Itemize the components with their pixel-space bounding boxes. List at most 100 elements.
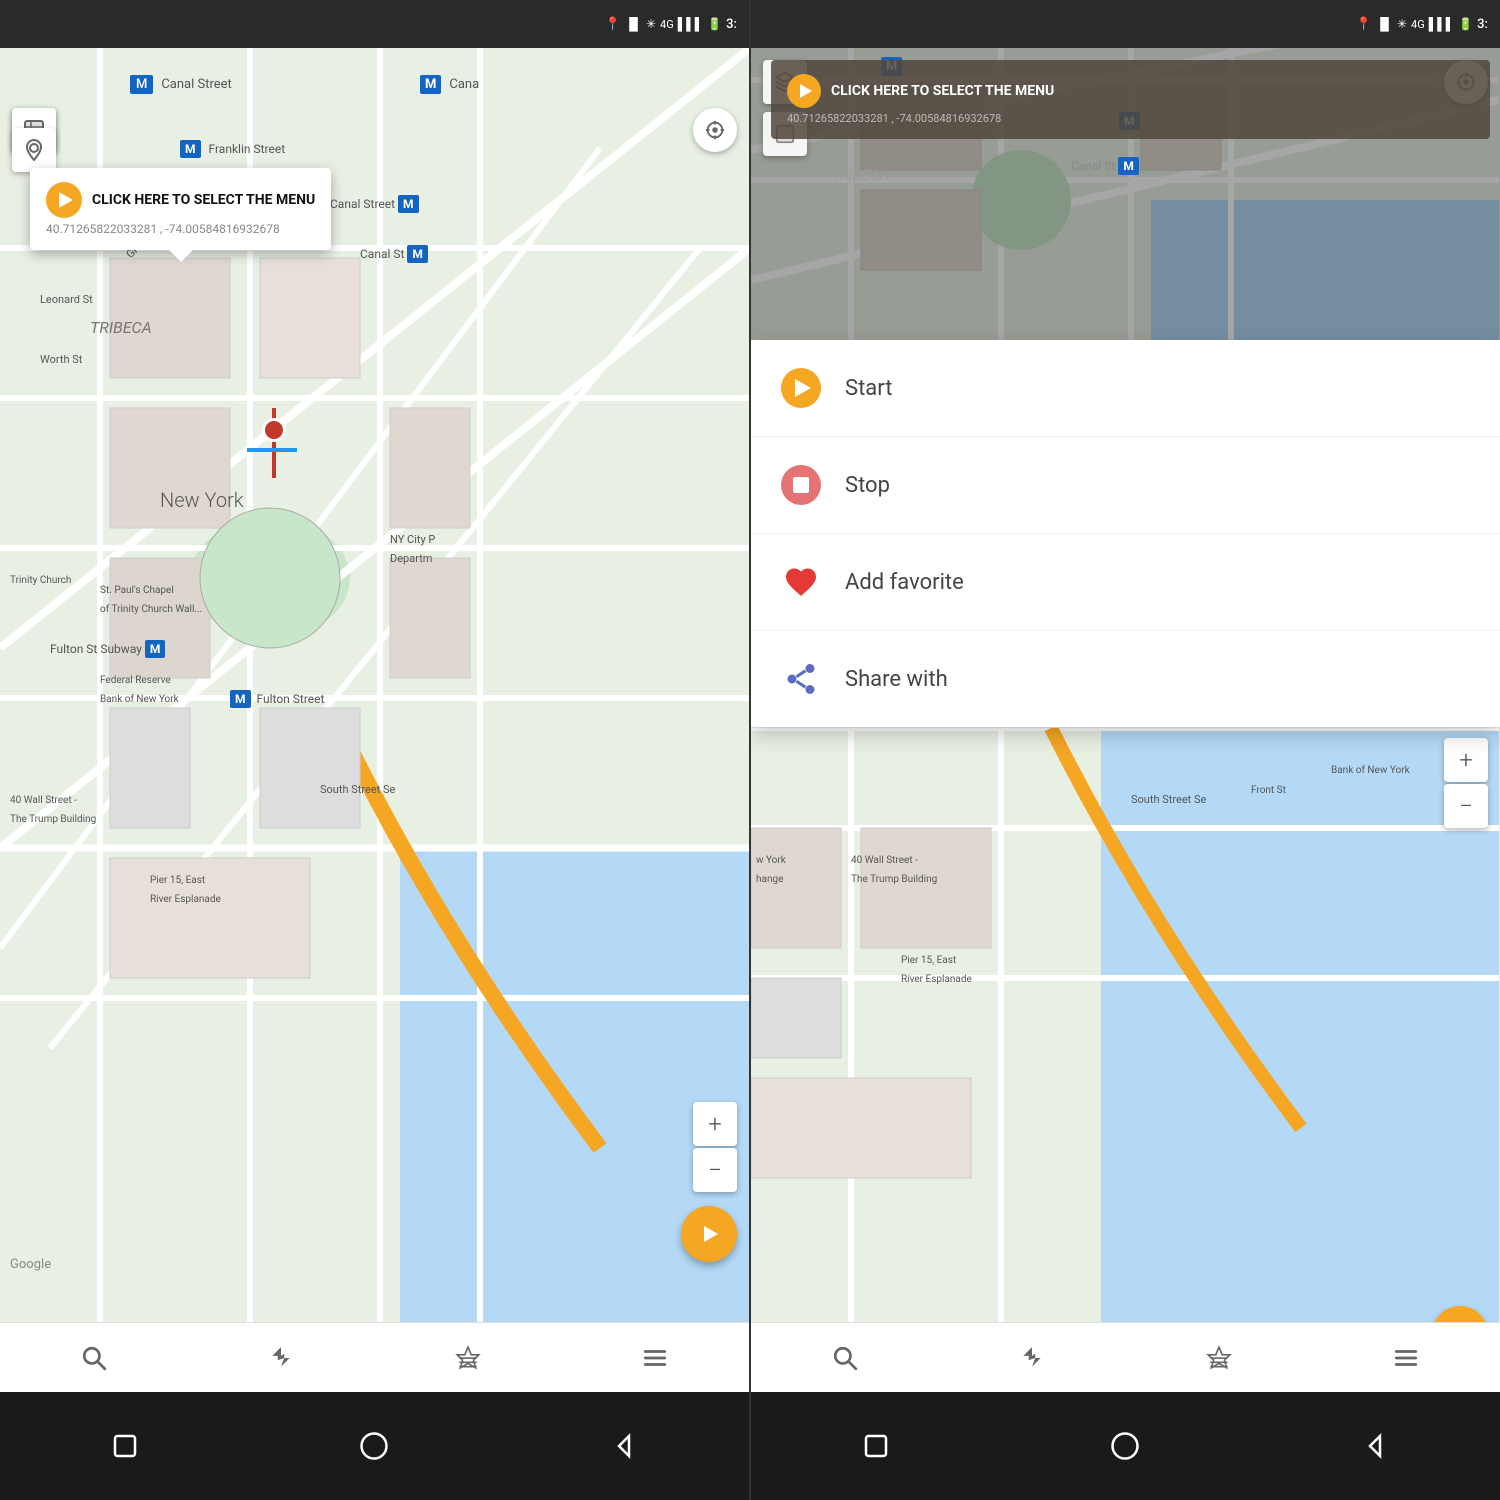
bottom-nav-right [751, 1322, 1500, 1392]
popup-header-left: CLICK HERE TO SELECT THE MENU [46, 182, 315, 218]
starred-nav-icon [455, 1345, 481, 1371]
menu-item-share[interactable]: Share with [751, 631, 1500, 727]
tribeca-label: TRIBECA [90, 318, 152, 337]
street-label-franklin: M Franklin Street [180, 138, 285, 157]
menu-nav-icon [642, 1345, 668, 1371]
location-pin-icon: 📍 [605, 17, 621, 32]
menu-nav-icon-r [1393, 1345, 1419, 1371]
dim-tribeca-label: TRIBECA [831, 165, 889, 184]
status-bar-right: 📍 ▐▌ ✳ 4G ▌▌▌ 🔋 3: [751, 0, 1500, 48]
street-label-canal-st2: Canal St M [360, 243, 428, 262]
android-home-button[interactable] [344, 1416, 404, 1476]
directions-nav-icon [268, 1345, 294, 1371]
lower-zoom-out[interactable]: − [1444, 784, 1488, 828]
android-back-icon [609, 1431, 639, 1461]
share-label: Share with [845, 667, 948, 692]
menu-nav-button[interactable] [633, 1336, 677, 1380]
menu-item-stop[interactable]: Stop [751, 437, 1500, 534]
time-display-right: 3: [1477, 17, 1488, 32]
stop-square-icon [793, 477, 809, 493]
fab-play-icon [704, 1226, 718, 1242]
street-label-canal-st: Canal Street M [330, 193, 419, 212]
menu-nav-button-r[interactable] [1384, 1336, 1428, 1380]
google-logo: Google [10, 1257, 51, 1272]
lower-zoom-controls: + − [1444, 738, 1488, 828]
map-dim-area: 📍 ▐▌ ✳ 4G ▌▌▌ 🔋 3: [751, 0, 1500, 340]
lower-front-st-label: Front St [1251, 778, 1286, 797]
play-triangle-icon [59, 192, 73, 208]
lower-zoom-in[interactable]: + [1444, 738, 1488, 782]
android-back-icon-r [1360, 1431, 1390, 1461]
south-street-label: South Street Se [320, 778, 395, 797]
android-square-button[interactable] [95, 1416, 155, 1476]
signal-icon-r: ▐▌ [1376, 17, 1393, 31]
directions-nav-button-r[interactable] [1010, 1336, 1054, 1380]
logo-g2: g [34, 1257, 41, 1272]
signal-bars-icon-r: ▌▌▌ [1429, 17, 1455, 31]
fab-play-button[interactable] [681, 1206, 737, 1262]
android-square-icon [110, 1431, 140, 1461]
logo-o2: o [26, 1257, 33, 1272]
leonard-label: Leonard St [40, 288, 93, 307]
menu-item-favorite[interactable]: Add favorite [751, 534, 1500, 631]
start-icon [781, 368, 821, 408]
starred-nav-button-r[interactable] [1197, 1336, 1241, 1380]
android-back-button-r[interactable] [1345, 1416, 1405, 1476]
zoom-out-button[interactable]: − [693, 1148, 737, 1192]
network-icon: 4G [660, 18, 674, 31]
android-circle-icon [359, 1431, 389, 1461]
lower-bank-label: Bank of New York [1331, 758, 1410, 777]
ny-city-label: NY City PDepartm [390, 528, 435, 566]
start-play-triangle [795, 379, 811, 397]
android-home-button-r[interactable] [1095, 1416, 1155, 1476]
directions-nav-button[interactable] [259, 1336, 303, 1380]
location-pin-icon-r: 📍 [1356, 17, 1372, 32]
dim-popup-header: CLICK HERE TO SELECT THE MENU [787, 74, 1474, 108]
lower-south-label: South Street Se [1131, 788, 1206, 807]
fulton-subway-label: Fulton St Subway M [50, 638, 165, 657]
signal-bars-icon: ▌▌▌ [678, 17, 704, 31]
share-icon [781, 659, 821, 699]
favorite-label: Add favorite [845, 570, 964, 595]
right-phone-panel: 📍 ▐▌ ✳ 4G ▌▌▌ 🔋 3: [751, 0, 1500, 1500]
stop-icon [781, 465, 821, 505]
status-bar-left: 📍 ▐▌ ✳ 4G ▌▌▌ 🔋 3: [0, 0, 749, 48]
directions-nav-icon-r [1019, 1345, 1045, 1371]
android-nav-left [0, 1392, 749, 1500]
android-back-button[interactable] [594, 1416, 654, 1476]
gps-button[interactable] [693, 108, 737, 152]
starred-nav-icon-r [1206, 1345, 1232, 1371]
gps-icon [704, 119, 726, 141]
favorite-icon [781, 562, 821, 602]
signal-icon: ▐▌ [625, 17, 642, 31]
zoom-in-button[interactable]: + [693, 1102, 737, 1146]
battery-icon: 🔋 [707, 17, 722, 31]
search-nav-icon-r [832, 1345, 858, 1371]
android-square-button-r[interactable] [846, 1416, 906, 1476]
search-nav-button[interactable] [72, 1336, 116, 1380]
location-icon [22, 138, 46, 162]
lower-newyork-label: w Yorkhange [756, 848, 786, 886]
left-phone-panel: 📍 ▐▌ ✳ 4G ▌▌▌ 🔋 3: [0, 0, 749, 1500]
dim-popup: CLICK HERE TO SELECT THE MENU 40.7126582… [771, 60, 1490, 139]
dropdown-menu: Start Stop Add favorite [751, 340, 1500, 727]
dim-popup-play [787, 74, 821, 108]
street-label-canal: M Canal Street [130, 73, 232, 92]
trinity-church-label: Trinity Church [10, 568, 71, 587]
map-popup-left[interactable]: CLICK HERE TO SELECT THE MENU 40.7126582… [30, 168, 331, 250]
stop-icon-container [781, 465, 821, 505]
dim-canalst2-label: Canal St M [1071, 155, 1139, 174]
fulton-street-label: M Fulton Street [230, 688, 324, 707]
dim-popup-title: CLICK HERE TO SELECT THE MENU [831, 83, 1054, 99]
network-icon-r: 4G [1411, 18, 1425, 31]
share-icon-container [781, 659, 821, 699]
menu-item-start[interactable]: Start [751, 340, 1500, 437]
location-save-button[interactable] [12, 128, 56, 172]
share-svg-icon [783, 661, 819, 697]
logo-g: G [10, 1257, 19, 1272]
bluetooth-icon: ✳ [646, 17, 656, 31]
search-nav-button-r[interactable] [823, 1336, 867, 1380]
zoom-controls: + − [693, 1102, 737, 1192]
map-left[interactable]: M Canal Street M Cana M Franklin Street … [0, 48, 749, 1392]
starred-nav-button[interactable] [446, 1336, 490, 1380]
